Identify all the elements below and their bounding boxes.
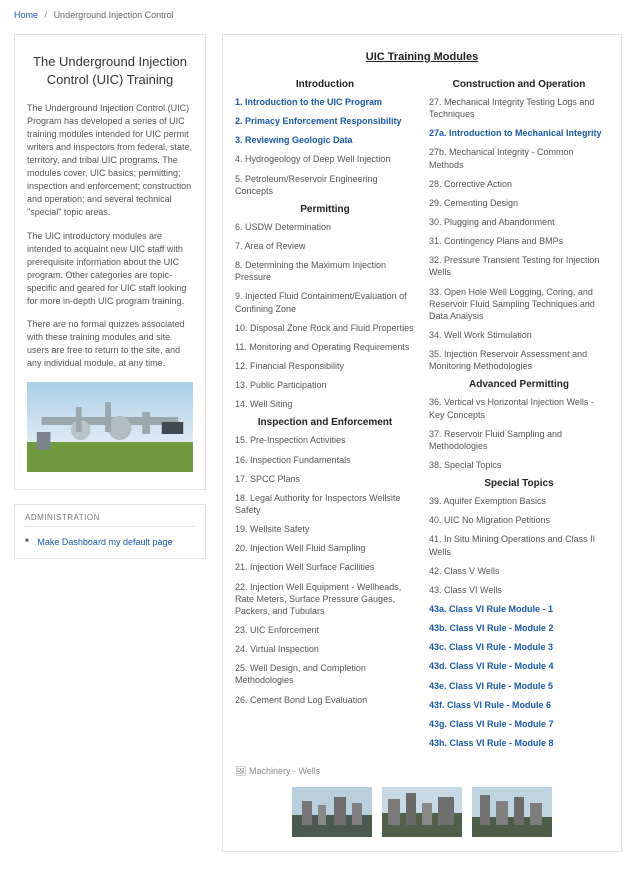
intro-card: The Underground Injection Control (UIC) … [14,34,206,490]
module-item[interactable]: 20. Injection Well Fluid Sampling [235,542,415,554]
module-item[interactable]: 4. Hydrogeology of Deep Well Injection [235,153,415,165]
page-title: The Underground Injection Control (UIC) … [27,53,193,88]
module-section-title: Advanced Permitting [429,379,609,390]
breadcrumb-home[interactable]: Home [14,10,38,20]
gallery-label: 🖼 Machinery - Wells [235,766,320,777]
module-item[interactable]: 35. Injection Reservoir Assessment and M… [429,348,609,372]
gallery: 🖼 Machinery - Wells [235,766,609,777]
breadcrumb: Home / Underground Injection Control [14,10,622,20]
module-section-title: Special Topics [429,478,609,489]
module-item[interactable]: 26. Cement Bond Log Evaluation [235,694,415,706]
module-item[interactable]: 25. Well Design, and Completion Methodol… [235,662,415,686]
admin-list-item: Make Dashboard my default page [25,537,195,548]
module-item[interactable]: 43d. Class VI Rule - Module 4 [429,660,609,672]
module-item[interactable]: 17. SPCC Plans [235,473,415,485]
module-item[interactable]: 9. Injected Fluid Containment/Evaluation… [235,290,415,314]
modules-card: UIC Training Modules Introduction 1. Intr… [222,34,622,852]
module-item[interactable]: 1. Introduction to the UIC Program [235,96,415,108]
module-item[interactable]: 41. In Situ Mining Operations and Class … [429,533,609,557]
module-item[interactable]: 5. Petroleum/Reservoir Engineering Conce… [235,173,415,197]
module-item[interactable]: 43a. Class VI Rule Module - 1 [429,603,609,615]
modules-heading: UIC Training Modules [235,51,609,63]
module-item[interactable]: 24. Virtual Inspection [235,643,415,655]
module-item[interactable]: 30. Plugging and Abandonment [429,216,609,228]
module-item[interactable]: 43c. Class VI Rule - Module 3 [429,641,609,653]
module-item[interactable]: 14. Well Siting [235,398,415,410]
module-item[interactable]: 42. Class V Wells [429,565,609,577]
module-item[interactable]: 43b. Class VI Rule - Module 2 [429,622,609,634]
module-item[interactable]: 29. Cementing Design [429,197,609,209]
module-item[interactable]: 43. Class VI Wells [429,584,609,596]
module-item[interactable]: 34. Well Work Stimulation [429,329,609,341]
modules-col-right: Construction and Operation 27. Mechanical… [429,75,609,756]
breadcrumb-current: Underground Injection Control [54,10,174,20]
module-section-title: Permitting [235,204,415,215]
intro-paragraph: The UIC introductory modules are intende… [27,230,193,308]
module-item[interactable]: 7. Area of Review [235,240,415,252]
module-item[interactable]: 33. Open Hole Well Logging, Coring, and … [429,286,609,322]
module-item[interactable]: 23. UIC Enforcement [235,624,415,636]
admin-card: ADMINISTRATION Make Dashboard my default… [14,504,206,559]
admin-heading: ADMINISTRATION [25,513,195,527]
module-item[interactable]: 13. Public Participation [235,379,415,391]
module-item[interactable]: 16. Inspection Fundamentals [235,454,415,466]
breadcrumb-sep: / [45,10,48,20]
module-item[interactable]: 43f. Class VI Rule - Module 6 [429,699,609,711]
module-item[interactable]: 12. Financial Responsibility [235,360,415,372]
intro-paragraph: There are no formal quizzes associated w… [27,318,193,370]
module-item[interactable]: 21. Injection Well Surface Facilities [235,561,415,573]
gallery-image [382,787,462,837]
module-item[interactable]: 27. Mechanical Integrity Testing Logs an… [429,96,609,120]
module-item[interactable]: 27b. Mechanical Integrity - Common Metho… [429,146,609,170]
module-item[interactable]: 37. Reservoir Fluid Sampling and Methodo… [429,428,609,452]
make-dashboard-default-link[interactable]: Make Dashboard my default page [37,537,172,547]
intro-image [27,382,193,472]
module-item[interactable]: 15. Pre-Inspection Activities [235,434,415,446]
module-item[interactable]: 36. Vertical vs Horizontal Injection Wel… [429,396,609,420]
module-item[interactable]: 40. UIC No Migration Petitions [429,514,609,526]
module-item[interactable]: 19. Wellsite Safety [235,523,415,535]
module-item[interactable]: 31. Contingency Plans and BMPs [429,235,609,247]
module-item[interactable]: 32. Pressure Transient Testing for Injec… [429,254,609,278]
module-item[interactable]: 3. Reviewing Geologic Data [235,134,415,146]
module-item[interactable]: 18. Legal Authority for Inspectors Wells… [235,492,415,516]
module-item[interactable]: 39. Aquifer Exemption Basics [429,495,609,507]
gallery-image [472,787,552,837]
gallery-image [292,787,372,837]
module-item[interactable]: 11. Monitoring and Operating Requirement… [235,341,415,353]
module-section-title: Construction and Operation [429,79,609,90]
module-item[interactable]: 8. Determining the Maximum Injection Pre… [235,259,415,283]
gallery-images [235,787,609,837]
module-item[interactable]: 38. Special Topics [429,459,609,471]
module-item[interactable]: 27a. Introduction to Mechanical Integrit… [429,127,609,139]
module-section-title: Introduction [235,79,415,90]
module-item[interactable]: 10. Disposal Zone Rock and Fluid Propert… [235,322,415,334]
module-item[interactable]: 43g. Class VI Rule - Module 7 [429,718,609,730]
module-item[interactable]: 43e. Class VI Rule - Module 5 [429,680,609,692]
modules-col-left: Introduction 1. Introduction to the UIC P… [235,75,415,756]
placeholder-icon: 🖼 [235,766,246,776]
module-section-title: Inspection and Enforcement [235,417,415,428]
module-item[interactable]: 28. Corrective Action [429,178,609,190]
intro-paragraph: The Underground Injection Control (UIC) … [27,102,193,219]
module-item[interactable]: 2. Primacy Enforcement Responsibility [235,115,415,127]
module-item[interactable]: 22. Injection Well Equipment - Wellheads… [235,581,415,617]
module-item[interactable]: 6. USDW Determination [235,221,415,233]
module-item[interactable]: 43h. Class VI Rule - Module 8 [429,737,609,749]
